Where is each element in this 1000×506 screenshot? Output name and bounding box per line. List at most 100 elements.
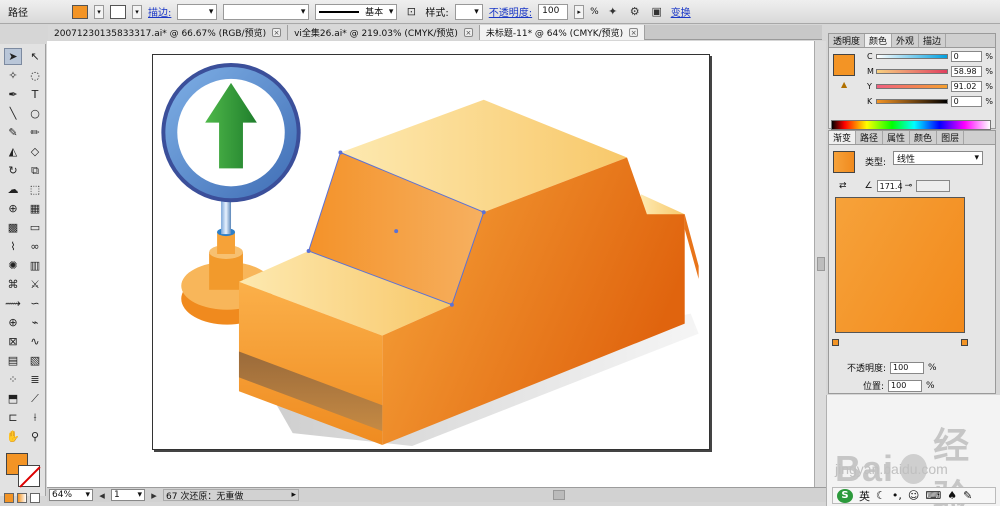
rotate-tool-icon[interactable]: ↻ bbox=[4, 162, 22, 179]
vertical-scrollbar[interactable] bbox=[814, 41, 826, 487]
c-input[interactable]: 0 bbox=[950, 51, 983, 62]
gradient-tool-icon[interactable]: ▭ bbox=[26, 219, 44, 236]
wave-tool-icon[interactable]: ∿ bbox=[26, 333, 44, 350]
tab-stroke[interactable]: 描边 bbox=[919, 34, 947, 47]
tools-icon[interactable]: ✎ bbox=[963, 489, 972, 502]
lasso-tool-icon[interactable]: ◌ bbox=[26, 67, 44, 84]
first-artboard-icon[interactable]: ◂ bbox=[97, 487, 107, 503]
eyedropper-tool-icon[interactable]: ⌇ bbox=[4, 238, 22, 255]
frame-tool-icon[interactable]: ⊠ bbox=[4, 333, 22, 350]
y-slider[interactable] bbox=[875, 84, 948, 89]
tab-document-1[interactable]: 20071230135833317.ai* @ 66.67% (RGB/预览) … bbox=[48, 25, 289, 40]
crop-tool-icon[interactable]: ⊏ bbox=[4, 409, 22, 426]
tab-color-2[interactable]: 颜色 bbox=[910, 131, 938, 144]
zoom-tool-icon[interactable]: ⚲ bbox=[26, 428, 44, 445]
skin-icon[interactable]: ♠ bbox=[947, 489, 957, 502]
scatter-tool-icon[interactable]: ⁘ bbox=[4, 371, 22, 388]
artwork-illustration[interactable] bbox=[153, 55, 709, 449]
stop-opacity-input[interactable]: 100 bbox=[890, 361, 925, 374]
next-artboard-icon[interactable]: ▸ bbox=[149, 487, 159, 503]
transform-link[interactable]: 变换 bbox=[671, 4, 691, 19]
style-select[interactable]: ▾ bbox=[454, 3, 483, 20]
grid-tool-icon[interactable]: ▤ bbox=[4, 352, 22, 369]
mesh-tool-icon[interactable]: ▩ bbox=[4, 219, 22, 236]
tab-document-2[interactable]: vi全集26.ai* @ 219.03% (CMYK/预览) × bbox=[288, 25, 480, 40]
stroke-dropdown-icon[interactable]: ▾ bbox=[132, 4, 142, 19]
vertical-scroll-thumb[interactable] bbox=[817, 257, 825, 271]
stop-location-input[interactable]: 100 bbox=[888, 379, 923, 392]
column-graph-tool-icon[interactable]: ▥ bbox=[26, 257, 44, 274]
ime-mode[interactable]: 英 bbox=[859, 488, 870, 504]
tab-layers[interactable]: 图层 bbox=[937, 131, 965, 144]
gradient-stop-right[interactable] bbox=[961, 339, 968, 346]
width-tool-icon[interactable]: ⟿ bbox=[4, 295, 22, 312]
magic-wand-tool-icon[interactable]: ✧ bbox=[4, 67, 22, 84]
reverse-gradient-icon[interactable]: ⇄ bbox=[839, 181, 847, 191]
curvature-tool-icon[interactable]: ∽ bbox=[26, 295, 44, 312]
fill-color-swatch[interactable] bbox=[72, 4, 88, 19]
blend-tool-icon[interactable]: ∞ bbox=[26, 238, 44, 255]
slice-tool-icon[interactable]: ⚔ bbox=[26, 276, 44, 293]
artboard-tool-icon[interactable]: ⌘ bbox=[4, 276, 22, 293]
graphic-style-icon[interactable]: ⊡ bbox=[403, 4, 419, 20]
hand-tool-icon[interactable]: ✋ bbox=[4, 428, 22, 445]
direct-selection-tool-icon[interactable]: ↖ bbox=[26, 48, 44, 65]
moon-icon[interactable]: ☾ bbox=[876, 489, 886, 502]
scale-tool-icon[interactable]: ⧉ bbox=[26, 162, 44, 179]
history-status[interactable]: 67 次还原：无重做 ▸ bbox=[163, 489, 299, 502]
color-spectrum-bar[interactable] bbox=[831, 120, 991, 130]
keyboard-icon[interactable]: ⌨ bbox=[925, 489, 941, 502]
m-input[interactable]: 58.98 bbox=[950, 66, 983, 77]
measure-tool-icon[interactable]: ⟋ bbox=[26, 390, 44, 407]
gradient-mesh-tool-icon[interactable]: ⬒ bbox=[4, 390, 22, 407]
emoji-icon[interactable]: ☺ bbox=[908, 489, 919, 502]
opacity-input[interactable]: 100 bbox=[538, 3, 569, 20]
blob-brush-tool-icon[interactable]: ◭ bbox=[4, 143, 22, 160]
close-icon[interactable]: × bbox=[463, 28, 473, 37]
align-icon[interactable]: ▣ bbox=[649, 4, 665, 20]
canvas-area[interactable] bbox=[47, 41, 814, 487]
m-slider[interactable] bbox=[876, 69, 948, 74]
tab-color[interactable]: 颜色 bbox=[865, 34, 893, 47]
punctuation-icon[interactable]: •, bbox=[892, 489, 902, 502]
tab-document-3[interactable]: 未标题-11* @ 64% (CMYK/预览) × bbox=[479, 25, 646, 40]
variable-width-select[interactable]: ▾ bbox=[223, 3, 310, 20]
horizontal-scroll-thumb[interactable] bbox=[553, 490, 565, 500]
pen-tool-icon[interactable]: ✒ bbox=[4, 86, 22, 103]
none-mode-icon[interactable] bbox=[30, 493, 40, 503]
k-slider[interactable] bbox=[875, 99, 948, 104]
gradient-mode-icon[interactable] bbox=[17, 493, 27, 503]
pencil-tool-icon[interactable]: ✏ bbox=[26, 124, 44, 141]
type-tool-icon[interactable]: T bbox=[26, 86, 44, 103]
c-slider[interactable] bbox=[875, 54, 948, 59]
color-mode-icon[interactable] bbox=[4, 493, 14, 503]
gradient-swatch[interactable] bbox=[833, 151, 855, 173]
tab-transparency[interactable]: 透明度 bbox=[829, 34, 866, 47]
stroke-weight-select[interactable]: ▾ bbox=[177, 3, 218, 20]
brush-definition-select[interactable]: 基本 ▾ bbox=[315, 3, 398, 20]
perspective-grid-tool-icon[interactable]: ▦ bbox=[26, 200, 44, 217]
list-tool-icon[interactable]: ≣ bbox=[26, 371, 44, 388]
opacity-link[interactable]: 不透明度: bbox=[489, 4, 532, 19]
color-fill-swatch[interactable] bbox=[833, 54, 855, 76]
isolate-icon[interactable]: ⚙ bbox=[627, 4, 643, 20]
gradient-stop-left[interactable] bbox=[832, 339, 839, 346]
eraser-tool-icon[interactable]: ◇ bbox=[26, 143, 44, 160]
warp-tool-icon[interactable]: ☁ bbox=[4, 181, 22, 198]
stroke-link[interactable]: 描边: bbox=[148, 4, 171, 19]
out-of-gamut-icon[interactable]: ▲ bbox=[841, 80, 847, 89]
tab-gradient[interactable]: 渐变 bbox=[829, 131, 857, 144]
line-tool-icon[interactable]: ╲ bbox=[4, 105, 22, 122]
fill-stroke-widget[interactable] bbox=[4, 453, 44, 489]
stroke-color-box[interactable] bbox=[18, 465, 40, 487]
artboard[interactable] bbox=[152, 54, 710, 450]
selection-tool-icon[interactable]: ➤ bbox=[4, 48, 22, 65]
opacity-dropdown-icon[interactable]: ▸ bbox=[574, 4, 585, 19]
paintbrush-tool-icon[interactable]: ✎ bbox=[4, 124, 22, 141]
symbol-sprayer-tool-icon[interactable]: ✺ bbox=[4, 257, 22, 274]
close-icon[interactable]: × bbox=[629, 28, 639, 37]
knife-tool-icon[interactable]: ⌁ bbox=[26, 314, 44, 331]
tab-attributes[interactable]: 属性 bbox=[883, 131, 911, 144]
shape-builder-tool-icon[interactable]: ⊕ bbox=[4, 200, 22, 217]
angle-input[interactable]: 171.4 bbox=[876, 180, 903, 192]
